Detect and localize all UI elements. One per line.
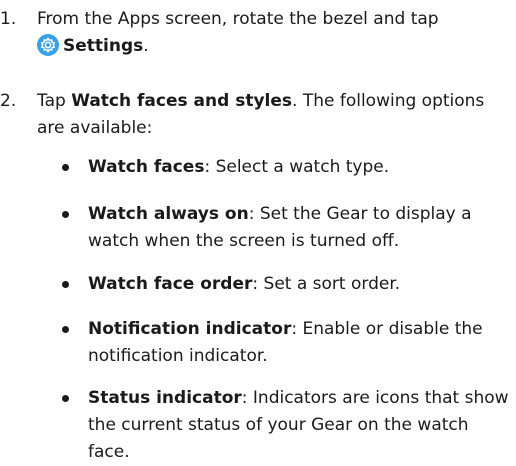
list-item-text: Watch face order: Set a sort order. — [88, 271, 514, 298]
list-item-desc: : Select a watch type. — [204, 157, 390, 177]
watch-faces-styles-label: Watch faces and styles — [71, 91, 293, 111]
bullet-icon — [62, 164, 69, 171]
list-item-term: Status indicator — [88, 388, 242, 408]
step-number: 2. — [0, 91, 17, 111]
step-text-after: . — [143, 36, 149, 56]
list-item-term: Watch faces — [88, 157, 205, 177]
list-item-term: Watch face order — [88, 274, 253, 294]
list-item-text: Notification indicator: Enable or disabl… — [88, 316, 514, 370]
step-text: Tap Watch faces and styles. The followin… — [37, 88, 507, 142]
bullet-icon — [62, 211, 69, 218]
step-number: 1. — [0, 9, 17, 29]
bullet-icon — [62, 395, 69, 402]
bullet-icon — [62, 281, 69, 288]
list-item-text: Watch faces: Select a watch type. — [88, 154, 514, 181]
bullet-icon — [62, 326, 69, 333]
step-text: From the Apps screen, rotate the bezel a… — [37, 6, 507, 60]
list-item-desc: : Set a sort order. — [252, 274, 401, 294]
gear-icon — [37, 34, 59, 56]
list-item-text: Status indicator: Indicators are icons t… — [88, 385, 514, 466]
settings-label: Settings — [63, 36, 144, 56]
step-text-before: From the Apps screen, rotate the bezel a… — [37, 9, 439, 29]
list-item-text: Watch always on: Set the Gear to display… — [88, 201, 514, 255]
list-item-term: Watch always on — [88, 204, 249, 224]
list-item-term: Notification indicator — [88, 319, 292, 339]
step-text-before: Tap — [37, 91, 72, 111]
